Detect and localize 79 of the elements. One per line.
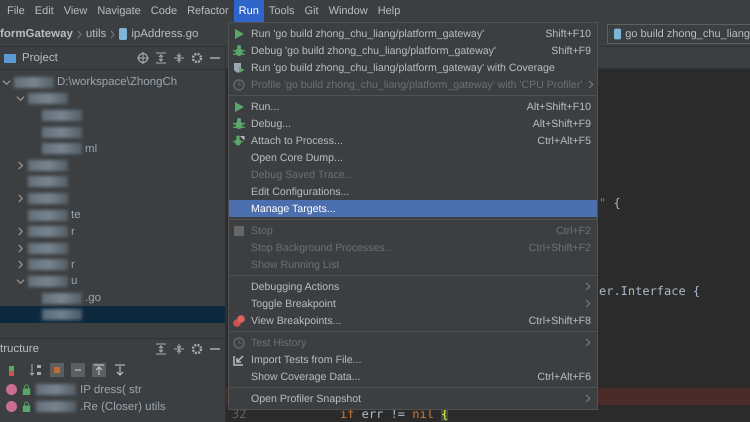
tree-item-label[interactable]: u xyxy=(71,275,78,288)
settings-icon[interactable] xyxy=(191,52,203,64)
menu-item[interactable]: Git xyxy=(300,0,324,22)
run-config-dropdown[interactable]: go build zhong_chu_liang xyxy=(607,24,750,44)
shield-play-icon xyxy=(233,62,245,74)
breakpoints-icon xyxy=(233,314,245,326)
menu-item[interactable]: Window xyxy=(324,0,373,22)
play-icon xyxy=(233,28,245,40)
file-icon xyxy=(614,28,622,40)
collapse-all-icon[interactable] xyxy=(173,343,185,355)
menu-item[interactable]: Edit Configurations... xyxy=(229,183,597,200)
chevron-icon xyxy=(76,30,82,38)
menu-item[interactable]: Run 'go build zhong_chu_liang/platform_gateway' with Coverage xyxy=(229,59,597,76)
menu-item[interactable]: Navigate xyxy=(92,0,146,22)
chevron-icon[interactable] xyxy=(16,94,25,104)
tree-item-label[interactable]: te xyxy=(71,209,81,222)
collapse-all-icon[interactable] xyxy=(173,52,185,64)
expand-all-icon[interactable] xyxy=(155,52,167,64)
clock-icon xyxy=(233,336,245,348)
tree-item-label[interactable]: r xyxy=(71,226,75,238)
folder-icon xyxy=(4,52,16,64)
menu-item[interactable]: File xyxy=(2,0,30,22)
stop-icon xyxy=(233,224,245,236)
menu-item[interactable]: Attach to Process... Ctrl+Alt+F5 xyxy=(229,132,597,149)
chevron-icon[interactable] xyxy=(16,194,25,203)
chevron-icon[interactable] xyxy=(16,260,25,270)
settings-icon[interactable] xyxy=(191,343,203,355)
tree-item-label[interactable]: D:\workspace\ZhongCh xyxy=(57,76,178,88)
tree-item-label[interactable]: ml xyxy=(85,142,98,155)
chevron-icon[interactable] xyxy=(16,276,25,286)
menu-item[interactable]: Refactor xyxy=(182,0,234,22)
play-icon xyxy=(233,100,245,112)
file-icon xyxy=(119,28,128,40)
menu-item[interactable]: Debug 'go build zhong_chu_liang/platform_gateway' Shift+F9 xyxy=(229,42,597,59)
chevron-icon[interactable] xyxy=(16,244,25,253)
menu-item[interactable]: Debug... Alt+Shift+F9 xyxy=(229,115,597,132)
menu-item[interactable]: Run xyxy=(234,0,264,22)
breadcrumb-item[interactable]: utils xyxy=(86,28,106,40)
menu-item[interactable]: View Breakpoints... Ctrl+Shift+F8 xyxy=(229,312,597,329)
bug-icon xyxy=(233,118,245,130)
scroll-from-icon[interactable] xyxy=(92,363,106,377)
menu-item[interactable]: Code xyxy=(146,0,182,22)
bug-arrow-icon xyxy=(233,134,245,146)
menu-item[interactable]: Toggle Breakpoint xyxy=(229,295,597,312)
bug-icon xyxy=(233,44,245,56)
code-line: " { xyxy=(599,196,621,210)
menu-item[interactable]: Open Profiler Snapshot xyxy=(229,390,597,407)
crosshair-icon[interactable] xyxy=(137,52,149,64)
menu-item[interactable]: Open Core Dump... xyxy=(229,149,597,166)
menu-item[interactable]: Show Coverage Data... Ctrl+Alt+F6 xyxy=(229,368,597,385)
menu-item[interactable]: Edit xyxy=(30,0,59,22)
import-icon xyxy=(233,354,245,366)
tree-item-label[interactable]: r xyxy=(71,258,75,271)
lock-icon xyxy=(21,384,32,395)
structure-item-label[interactable]: IP dress( str xyxy=(80,384,142,396)
chevron-icon[interactable] xyxy=(16,160,25,170)
menu-item[interactable]: Debugging Actions xyxy=(229,278,597,295)
menu-item[interactable]: Manage Targets... xyxy=(229,200,597,217)
structure-item-label[interactable]: .Re (Closer) utils xyxy=(80,400,166,412)
tree-item-label[interactable]: .go xyxy=(85,292,101,304)
scroll-to-icon[interactable] xyxy=(113,363,127,377)
chevron-icon xyxy=(110,30,116,38)
panel-title[interactable]: Project xyxy=(22,52,131,64)
menu-item[interactable]: Run... Alt+Shift+F10 xyxy=(229,98,597,115)
clock-icon xyxy=(233,78,245,90)
menu-item[interactable]: Import Tests from File... xyxy=(229,351,597,368)
chevron-icon[interactable] xyxy=(2,78,11,87)
lock-icon xyxy=(21,401,32,412)
breadcrumb-item[interactable]: ipAddress.go xyxy=(131,28,198,40)
menu-item[interactable]: Tools xyxy=(264,0,300,22)
expand-all-icon[interactable] xyxy=(155,343,167,355)
menu-item[interactable]: Help xyxy=(372,0,406,22)
menu-item[interactable]: View xyxy=(58,0,92,22)
alpha-sort-icon[interactable] xyxy=(29,363,43,377)
code-line: er.Interface { xyxy=(599,284,700,298)
panel-title[interactable]: tructure xyxy=(0,343,149,355)
breadcrumb-item[interactable]: formGateway xyxy=(0,28,73,40)
menu-item[interactable]: Run 'go build zhong_chu_liang/platform_gateway' Shift+F10 xyxy=(229,25,597,42)
chevron-icon[interactable] xyxy=(16,227,25,236)
